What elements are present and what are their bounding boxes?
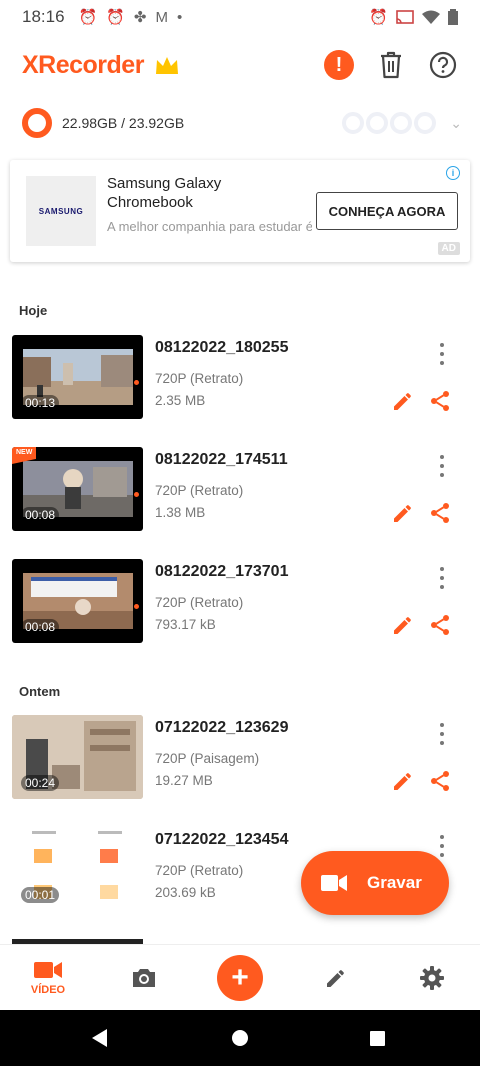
video-thumbnail[interactable]: NEW 00:08 (12, 447, 143, 531)
list-item[interactable]: NEW 00:08 08122022_174511 720P (Retrato)… (0, 447, 480, 533)
edit-icon[interactable] (391, 613, 415, 637)
bottom-nav: VÍDEO + (0, 944, 480, 1010)
video-camera-icon (34, 962, 62, 978)
more-vert-icon[interactable] (434, 835, 450, 857)
recent-apps-icon[interactable] (370, 1031, 385, 1046)
video-resolution: 720P (Paisagem) (155, 751, 260, 766)
share-icon[interactable] (428, 613, 452, 637)
gmail-icon: M (155, 8, 169, 26)
video-camera-icon (321, 875, 347, 891)
more-vert-icon[interactable] (434, 567, 450, 589)
video-duration: 00:13 (21, 395, 60, 411)
storage-decoration (342, 112, 437, 134)
ad-info-icon[interactable]: i (446, 166, 460, 180)
video-thumbnail[interactable]: 00:13 (12, 335, 143, 419)
thumbnail-indicator (134, 492, 139, 497)
plus-icon: + (217, 955, 263, 1001)
video-size: 2.35 MB (155, 393, 206, 408)
home-icon[interactable] (232, 1030, 248, 1046)
section-header-yesterday: Ontem (19, 684, 61, 699)
nav-settings[interactable] (392, 945, 472, 1011)
gear-icon (420, 966, 444, 990)
alarm-icon: ⏰ (78, 9, 98, 26)
video-thumbnail[interactable]: 00:24 (12, 715, 143, 799)
chevron-down-icon[interactable]: ⌄ (450, 115, 462, 132)
video-resolution: 720P (Retrato) (155, 595, 244, 610)
crown-icon[interactable] (154, 54, 180, 76)
storage-ring-icon (22, 108, 52, 138)
video-size: 793.17 kB (155, 617, 216, 632)
video-name: 07122022_123629 (155, 719, 289, 736)
status-bar: 18:16 ⏰ ⏰ ✤ M • ⏰ (0, 0, 480, 34)
video-resolution: 720P (Retrato) (155, 371, 244, 386)
share-icon[interactable] (428, 769, 452, 793)
video-name: 08122022_174511 (155, 451, 288, 468)
more-vert-icon[interactable] (434, 723, 450, 745)
more-vert-icon[interactable] (434, 455, 450, 477)
share-icon[interactable] (428, 501, 452, 525)
thumbnail-indicator (134, 604, 139, 609)
list-item[interactable]: 00:08 08122022_173701 720P (Retrato) 793… (0, 559, 480, 645)
trash-icon[interactable] (376, 50, 406, 80)
video-thumbnail[interactable]: 00:08 (12, 559, 143, 643)
ad-brand-logo: SAMSUNG (26, 176, 96, 246)
storage-text: 22.98GB / 23.92GB (62, 115, 185, 131)
video-resolution: 720P (Retrato) (155, 863, 244, 878)
edit-icon[interactable] (391, 501, 415, 525)
edit-icon[interactable] (391, 389, 415, 413)
system-nav-bar (0, 1010, 480, 1066)
video-size: 19.27 MB (155, 773, 213, 788)
pencil-icon (327, 970, 344, 987)
battery-icon (448, 9, 458, 25)
app-logo: XRecorder (22, 50, 144, 79)
ad-tag: AD (437, 242, 460, 255)
ad-banner[interactable]: SAMSUNG Samsung Galaxy Chromebook A melh… (10, 160, 470, 262)
camera-icon (133, 969, 155, 987)
more-vert-icon[interactable] (434, 343, 450, 365)
video-duration: 00:24 (21, 775, 60, 791)
alarm-icon: ⏰ (369, 9, 388, 26)
nav-add[interactable]: + (200, 945, 280, 1011)
thumbnail-indicator (134, 380, 139, 385)
video-duration: 00:01 (21, 887, 60, 903)
video-resolution: 720P (Retrato) (155, 483, 244, 498)
video-name: 08122022_180255 (155, 339, 289, 356)
ad-description: A melhor companhia para estudar é aquela… (107, 219, 312, 234)
video-thumbnail[interactable]: 00:01 (12, 827, 143, 911)
back-icon[interactable] (92, 1029, 107, 1047)
record-button-label: Gravar (367, 873, 422, 892)
section-header-today: Hoje (19, 303, 48, 318)
storage-indicator[interactable]: 22.98GB / 23.92GB ⌄ (22, 106, 462, 140)
video-duration: 00:08 (21, 507, 60, 523)
notification-dot-icon: • (177, 8, 183, 26)
app-header: XRecorder ! (0, 38, 480, 92)
alert-icon[interactable]: ! (324, 50, 354, 80)
status-time: 18:16 (22, 7, 65, 26)
fan-icon: ✤ (133, 9, 147, 26)
video-size: 203.69 kB (155, 885, 216, 900)
alert-symbol: ! (335, 53, 343, 76)
video-name: 08122022_173701 (155, 563, 289, 580)
nav-edit[interactable] (296, 945, 376, 1011)
nav-screenshot[interactable] (104, 945, 184, 1011)
alarm-icon: ⏰ (106, 9, 125, 26)
record-button[interactable]: Gravar (301, 851, 449, 915)
ad-title: Samsung Galaxy Chromebook (107, 175, 222, 211)
nav-video-label: VÍDEO (30, 984, 66, 996)
video-size: 1.38 MB (155, 505, 206, 520)
share-icon[interactable] (428, 389, 452, 413)
edit-icon[interactable] (391, 769, 415, 793)
list-item[interactable]: 00:24 07122022_123629 720P (Paisagem) 19… (0, 715, 480, 801)
cast-icon (396, 10, 414, 24)
nav-video[interactable]: VÍDEO (8, 945, 88, 1011)
ad-cta-button[interactable]: CONHEÇA AGORA (316, 192, 458, 230)
video-duration: 00:08 (21, 619, 60, 635)
help-icon[interactable] (428, 50, 458, 80)
list-item[interactable]: 00:13 08122022_180255 720P (Retrato) 2.3… (0, 335, 480, 421)
video-name: 07122022_123454 (155, 831, 289, 848)
wifi-icon (422, 10, 440, 24)
